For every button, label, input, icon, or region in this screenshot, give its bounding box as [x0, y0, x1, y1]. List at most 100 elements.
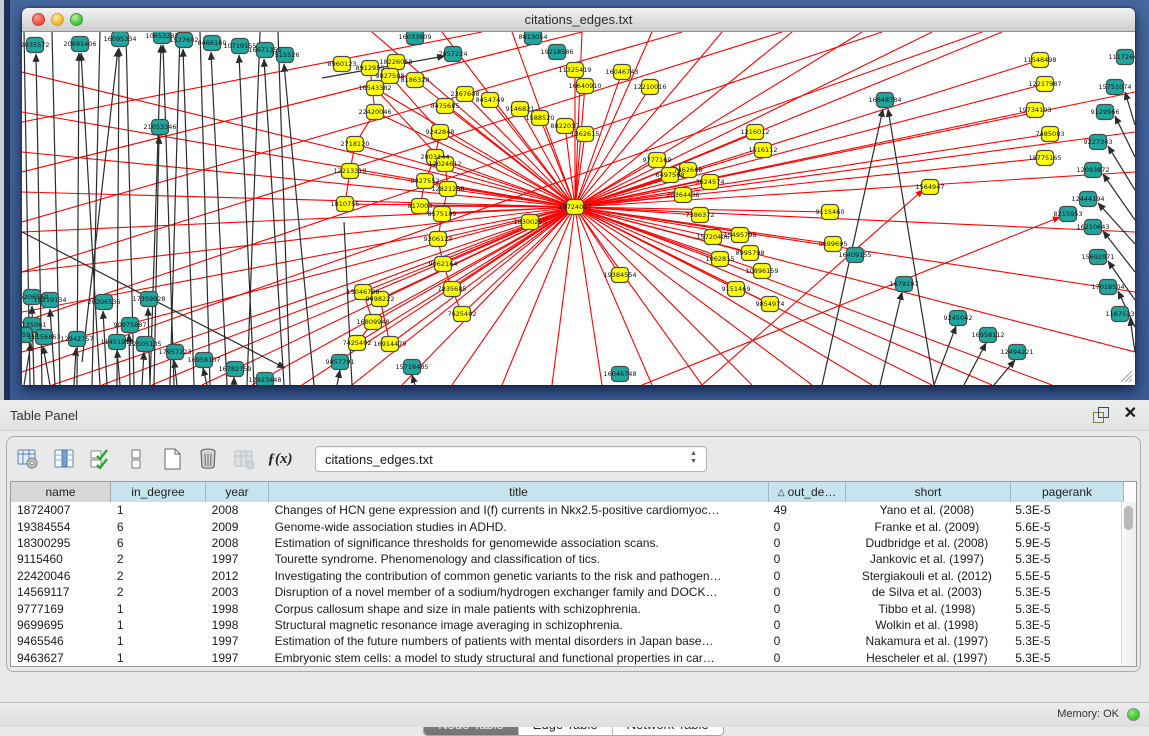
- cell-year: 2012: [206, 569, 269, 583]
- cell-title: Embryonic stem cells: a model to study s…: [269, 651, 768, 665]
- cell-title: Investigating the contribution of common…: [269, 569, 768, 583]
- close-panel-icon[interactable]: ✕: [1124, 405, 1137, 423]
- table-row[interactable]: 969969511998Structural magnetic resonanc…: [11, 617, 1122, 633]
- graph-node-label: 12494221: [1000, 348, 1033, 356]
- table-row[interactable]: 2242004622012Investigating the contribut…: [11, 568, 1122, 584]
- graph-node-label: 1810755: [331, 200, 360, 208]
- graph-node-label: 7857224: [439, 50, 468, 58]
- graph-node-label: 16648784: [868, 96, 901, 104]
- cell-year: 2003: [206, 585, 269, 599]
- graph-node-label: 16033809: [398, 33, 431, 41]
- cell-name: 19384554: [11, 520, 111, 534]
- graph-node-label: 7515526: [271, 51, 300, 59]
- cell-year: 2008: [206, 536, 269, 550]
- graph-node-label: 16543382: [358, 84, 391, 92]
- graph-node-label: 9699695: [819, 240, 848, 248]
- column-header-label: year: [225, 485, 248, 499]
- graph-edge: [247, 32, 260, 385]
- cell-out_de: 0: [768, 536, 845, 550]
- cell-out_de: 0: [768, 634, 845, 648]
- window-resize-grip[interactable]: [1120, 370, 1133, 383]
- function-builder-icon[interactable]: ƒ(x): [267, 446, 293, 472]
- table-panel: Table Panel ✕: [0, 400, 1149, 727]
- table-row[interactable]: 946362711997Embryonic stem cells: a mode…: [11, 650, 1122, 666]
- row-height-mode-icon[interactable]: [123, 446, 149, 472]
- table-row[interactable]: 1456911722003Disruption of a novel membe…: [11, 584, 1122, 600]
- table-selector-dropdown[interactable]: citations_edges.txt ▲▼: [315, 446, 707, 472]
- cell-in_degree: 2: [111, 585, 206, 599]
- column-header-name[interactable]: name: [11, 482, 111, 502]
- scrollbar-thumb[interactable]: [1124, 506, 1133, 530]
- table-row[interactable]: 1938455462009Genome-wide association stu…: [11, 518, 1122, 534]
- graph-edge: [239, 55, 254, 385]
- cell-pagerank: 5.5E-5: [1009, 569, 1122, 583]
- network-canvas[interactable]: 1872400789601238912955182260589827508165…: [22, 32, 1135, 385]
- cell-name: 9465546: [11, 634, 111, 648]
- float-window-icon[interactable]: [1093, 407, 1109, 423]
- cell-pagerank: 5.3E-5: [1009, 503, 1122, 517]
- table-settings-icon[interactable]: [15, 446, 41, 472]
- graph-edge: [200, 32, 210, 385]
- graph-node-label: 2718120: [341, 140, 370, 148]
- cell-short: de Silva et al. (2003): [845, 585, 1010, 599]
- graph-node-label: 16809948: [356, 318, 389, 326]
- graph-node-label: 8475685: [431, 102, 460, 110]
- table-row[interactable]: 946554611997Estimation of the future num…: [11, 633, 1122, 649]
- table-row[interactable]: 1830029562008Estimation of significance …: [11, 535, 1122, 551]
- graph-node-label: 8575189: [428, 210, 457, 218]
- column-header-short[interactable]: short: [846, 482, 1011, 502]
- cell-in_degree: 1: [111, 602, 206, 616]
- graph-node-label: 12923448: [248, 376, 281, 384]
- graph-node-label: 20364436: [666, 191, 699, 199]
- column-header-label: out_de…: [788, 485, 837, 499]
- cell-out_de: 0: [768, 602, 845, 616]
- graph-node-label: 12505135: [128, 340, 161, 348]
- graph-edge: [278, 32, 290, 385]
- column-header-in_degree[interactable]: in_degree: [111, 482, 206, 502]
- select-all-rows-icon[interactable]: [87, 446, 113, 472]
- cell-short: Tibbo et al. (1998): [845, 602, 1010, 616]
- graph-node-label: 15716485: [395, 363, 428, 371]
- graph-node-label: 18300295: [513, 218, 546, 226]
- graph-node-label: 21053346: [143, 123, 176, 131]
- cell-out_de: 49: [768, 503, 845, 517]
- delete-columns-icon[interactable]: [195, 446, 221, 472]
- table-row[interactable]: 1872400712008Changes of HCN gene express…: [11, 502, 1122, 518]
- new-column-icon[interactable]: [159, 446, 185, 472]
- cell-pagerank: 5.6E-5: [1009, 520, 1122, 534]
- graph-edge: [203, 368, 207, 385]
- sort-ascending-icon: △: [778, 487, 785, 498]
- cell-year: 1997: [206, 634, 269, 648]
- table-vertical-scrollbar[interactable]: [1121, 502, 1136, 666]
- graph-node-label: 7425402: [343, 339, 372, 347]
- graph-node-label: 7485083: [1036, 130, 1065, 138]
- graph-node-label: 1516112: [749, 146, 778, 154]
- graph-edge: [402, 207, 575, 385]
- cell-in_degree: 6: [111, 536, 206, 550]
- column-header-pagerank[interactable]: pagerank: [1011, 482, 1124, 502]
- table-header-row: namein_degreeyeartitle△out_de…shortpager…: [11, 482, 1136, 503]
- graph-node-label: 1527602: [170, 36, 199, 44]
- cell-in_degree: 1: [111, 618, 206, 632]
- table-selector-value: citations_edges.txt: [316, 452, 433, 467]
- graph-node-label: 9242848: [426, 128, 455, 136]
- column-header-title[interactable]: title: [269, 482, 769, 502]
- window-titlebar[interactable]: citations_edges.txt: [22, 8, 1135, 32]
- graph-edge: [934, 326, 956, 385]
- graph-node-label: 1588520: [526, 114, 555, 122]
- table-panel-title: Table Panel: [10, 408, 78, 423]
- column-header-out_de[interactable]: △out_de…: [769, 482, 846, 502]
- graph-node-label: 18219134: [33, 296, 66, 304]
- column-header-year[interactable]: year: [206, 482, 269, 502]
- table-row[interactable]: 911546021997Tourette syndrome. Phenomeno…: [11, 551, 1122, 567]
- show-columns-icon[interactable]: [51, 446, 77, 472]
- graph-edge: [575, 207, 602, 385]
- graph-edge: [1115, 116, 1135, 157]
- graph-node-label: 17359928: [132, 295, 165, 303]
- graph-node-label: 16046743: [605, 68, 638, 76]
- cell-year: 1998: [206, 602, 269, 616]
- cell-short: Dudbridge et al. (2008): [845, 536, 1010, 550]
- graph-edge: [575, 32, 792, 207]
- graph-edge: [575, 207, 1052, 385]
- table-row[interactable]: 977716911998Corpus callosum shape and si…: [11, 600, 1122, 616]
